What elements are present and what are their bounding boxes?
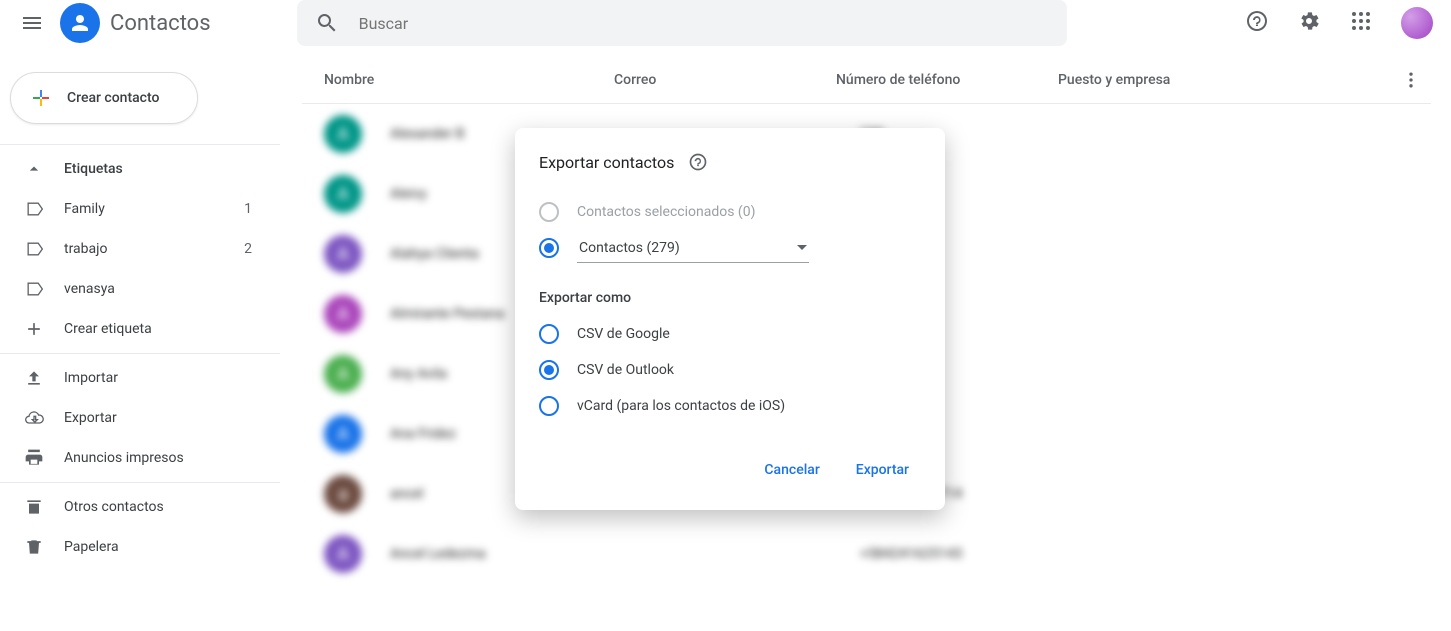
radio-vcard[interactable] bbox=[539, 396, 559, 416]
radio-google-label: CSV de Google bbox=[577, 326, 670, 342]
radio-all-contacts[interactable] bbox=[539, 238, 559, 258]
export-button[interactable]: Exportar bbox=[844, 454, 921, 486]
radio-outlook-csv[interactable] bbox=[539, 360, 559, 380]
radio-selected-contacts bbox=[539, 202, 559, 222]
help-icon[interactable] bbox=[688, 152, 708, 172]
radio-outlook-label: CSV de Outlook bbox=[577, 362, 674, 378]
contacts-source-select[interactable]: Contactos (279) bbox=[577, 234, 809, 263]
radio-vcard-label: vCard (para los contactos de iOS) bbox=[577, 398, 785, 414]
radio-selected-label: Contactos seleccionados (0) bbox=[577, 204, 755, 220]
dropdown-icon bbox=[797, 243, 807, 253]
export-dialog: Exportar contactos Contactos seleccionad… bbox=[515, 128, 945, 510]
cancel-button[interactable]: Cancelar bbox=[752, 454, 831, 486]
export-as-header: Exportar como bbox=[539, 290, 921, 306]
radio-google-csv[interactable] bbox=[539, 324, 559, 344]
dialog-title: Exportar contactos bbox=[539, 153, 674, 172]
